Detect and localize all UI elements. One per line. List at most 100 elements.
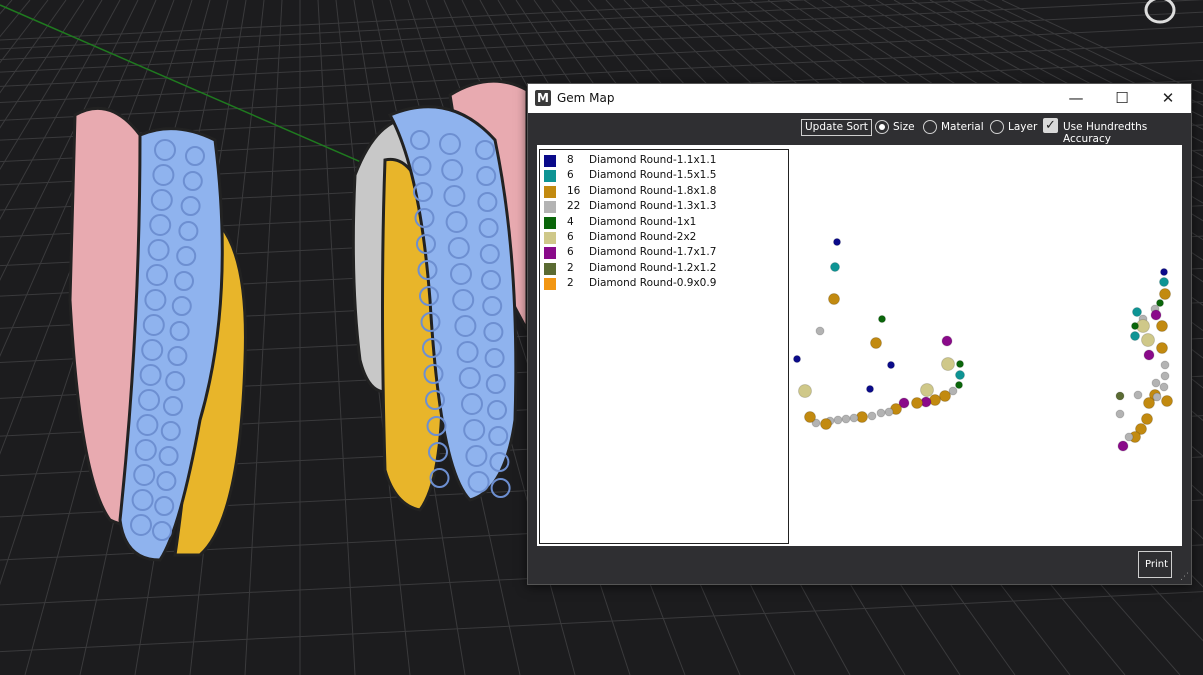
gem-marker[interactable] (830, 262, 840, 272)
gem-legend-list[interactable]: 8 Diamond Round-1.1x1.1 6 Diamond Round-1.5… (539, 149, 789, 544)
maximize-button[interactable]: ☐ (1099, 84, 1145, 113)
gem-marker[interactable] (941, 335, 953, 347)
gem-marker[interactable] (1159, 382, 1169, 392)
legend-count: 2 (567, 277, 574, 290)
color-swatch (544, 185, 556, 198)
gem-marker[interactable] (1141, 333, 1155, 347)
color-swatch (544, 247, 556, 260)
gem-marker[interactable] (1156, 320, 1168, 332)
content-area: 8 Diamond Round-1.1x1.1 6 Diamond Round-1.5… (537, 145, 1182, 546)
gem-marker[interactable] (884, 407, 894, 417)
color-swatch (544, 232, 556, 244)
gem-marker[interactable] (1161, 395, 1173, 407)
gem-marker[interactable] (939, 390, 951, 402)
gem-marker[interactable] (866, 385, 874, 393)
gem-marker[interactable] (1160, 371, 1170, 381)
color-swatch (544, 201, 556, 214)
gem-marker[interactable] (1115, 391, 1125, 401)
gem-marker[interactable] (820, 418, 832, 430)
gem-marker[interactable] (876, 408, 886, 418)
window-titlebar[interactable]: M Gem Map — ☐ ✕ (528, 84, 1191, 113)
gem-marker[interactable] (1141, 413, 1153, 425)
gem-map-canvas[interactable] (789, 145, 1182, 546)
gem-marker[interactable] (1159, 288, 1171, 300)
gem-map-window[interactable]: M Gem Map — ☐ ✕ Update Sort Size Materia… (527, 83, 1192, 585)
gem-marker[interactable] (956, 360, 964, 368)
gem-marker[interactable] (911, 397, 923, 409)
gem-marker[interactable] (1152, 392, 1162, 402)
color-swatch (544, 278, 556, 291)
gem-marker[interactable] (1131, 322, 1139, 330)
hundredths-accuracy-label[interactable]: Use Hundredths Accuracy (1063, 121, 1191, 145)
gem-marker[interactable] (870, 337, 882, 349)
legend-count: 8 (567, 154, 574, 166)
gem-marker[interactable] (941, 357, 955, 371)
gem-marker[interactable] (878, 315, 886, 323)
radio-material[interactable] (923, 120, 937, 134)
legend-count: 16 (567, 184, 581, 197)
toolbar: Update Sort Size Material Layer ✓ Use Hu… (528, 113, 1191, 145)
gem-marker[interactable] (804, 411, 816, 423)
gem-marker[interactable] (1150, 309, 1162, 321)
legend-name: Diamond Round-1.3x1.3 (589, 200, 717, 213)
gem-marker[interactable] (815, 326, 825, 336)
color-swatch (544, 216, 556, 229)
gem-marker[interactable] (1124, 432, 1134, 442)
gem-marker[interactable] (920, 383, 934, 397)
gem-marker[interactable] (1115, 409, 1125, 419)
gem-marker[interactable] (1160, 268, 1168, 276)
gem-marker[interactable] (1151, 378, 1161, 388)
gem-marker[interactable] (833, 415, 843, 425)
legend-name: Diamond Round-1.2x1.2 (589, 261, 717, 274)
legend-name: Diamond Round-0.9x0.9 (589, 277, 717, 290)
gem-marker[interactable] (1143, 397, 1155, 409)
legend-name: Diamond Round-1x1 (589, 215, 697, 228)
gem-marker[interactable] (1130, 331, 1140, 341)
legend-count: 6 (567, 231, 574, 243)
legend-name: Diamond Round-1.1x1.1 (589, 154, 717, 166)
legend-count: 2 (567, 261, 574, 274)
resize-grip-icon[interactable]: ⋰ (1180, 572, 1189, 582)
legend-count: 22 (567, 200, 581, 213)
gem-marker[interactable] (1159, 277, 1169, 287)
gem-marker[interactable] (887, 361, 895, 369)
radio-size[interactable] (875, 120, 889, 134)
radio-size-label[interactable]: Size (893, 121, 915, 133)
gem-marker[interactable] (955, 381, 963, 389)
gem-marker[interactable] (1143, 349, 1155, 361)
radio-layer-label[interactable]: Layer (1008, 121, 1037, 133)
gem-marker[interactable] (828, 293, 840, 305)
earring-left (68, 106, 247, 562)
close-button[interactable]: ✕ (1145, 84, 1191, 113)
legend-count: 6 (567, 246, 574, 259)
legend-name: Diamond Round-1.7x1.7 (589, 246, 717, 259)
color-swatch (544, 170, 556, 183)
hundredths-accuracy-checkbox[interactable]: ✓ (1043, 118, 1058, 133)
gem-marker[interactable] (1133, 390, 1143, 400)
gem-marker[interactable] (1160, 360, 1170, 370)
radio-layer[interactable] (990, 120, 1004, 134)
legend-name: Diamond Round-1.5x1.5 (589, 169, 717, 182)
radio-material-label[interactable]: Material (941, 121, 984, 133)
gem-marker[interactable] (1132, 307, 1142, 317)
gem-marker[interactable] (955, 370, 965, 380)
gem-marker[interactable] (798, 384, 812, 398)
window-title: Gem Map (557, 91, 615, 105)
gem-marker[interactable] (1117, 440, 1129, 452)
color-swatch (544, 262, 556, 275)
app-logo-icon: M (535, 90, 551, 106)
legend-name: Diamond Round-2x2 (589, 231, 697, 243)
print-button[interactable]: Print (1138, 551, 1172, 578)
gem-marker[interactable] (841, 414, 851, 424)
color-swatch (544, 155, 556, 167)
legend-count: 6 (567, 169, 574, 182)
minimize-button[interactable]: — (1053, 84, 1099, 113)
gem-marker[interactable] (1156, 342, 1168, 354)
gem-marker[interactable] (849, 413, 859, 423)
gem-marker[interactable] (833, 238, 841, 246)
legend-count: 4 (567, 215, 574, 228)
update-sort-button[interactable]: Update Sort (801, 119, 872, 136)
gem-marker[interactable] (867, 411, 877, 421)
legend-name: Diamond Round-1.8x1.8 (589, 184, 717, 197)
gem-marker[interactable] (793, 355, 801, 363)
